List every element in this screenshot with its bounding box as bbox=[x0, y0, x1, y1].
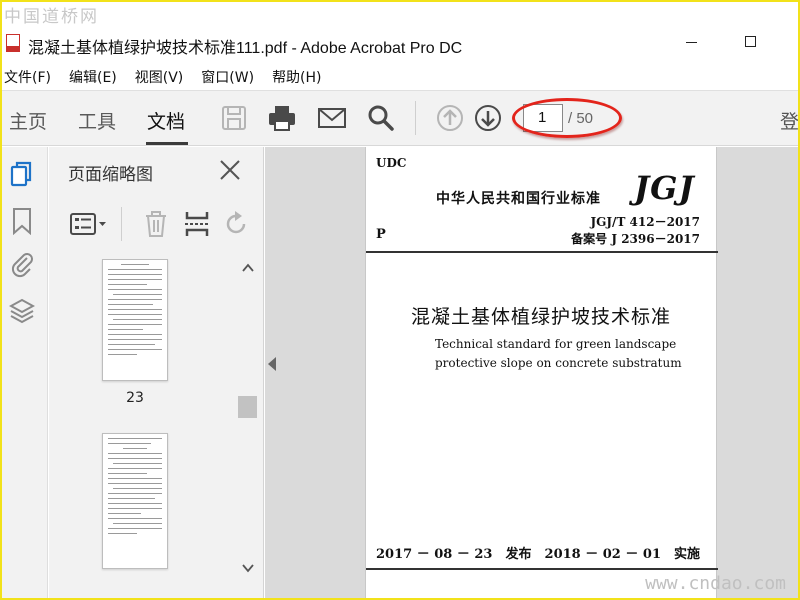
previous-page-icon[interactable] bbox=[435, 103, 465, 133]
menu-file[interactable]: 文件(F) bbox=[0, 63, 51, 89]
thumbnail-page-number: 23 bbox=[126, 390, 144, 406]
document-title-cn: 混凝土基体植绿护坡技术标准 bbox=[411, 306, 672, 328]
options-menu-icon[interactable] bbox=[69, 209, 109, 239]
udc-label: UDC bbox=[376, 156, 407, 170]
scroll-down-icon[interactable] bbox=[241, 561, 255, 575]
page-thumbnail[interactable] bbox=[102, 259, 168, 381]
left-navigation-rail bbox=[0, 147, 48, 600]
thumbnail-scrollbar[interactable] bbox=[237, 259, 259, 577]
delete-page-icon[interactable] bbox=[141, 209, 171, 239]
title-bar: 混凝土基体植绿护坡技术标准111.pdf - Adobe Acrobat Pro… bbox=[0, 24, 800, 62]
next-page-icon[interactable] bbox=[473, 103, 503, 133]
maximize-icon[interactable] bbox=[745, 36, 756, 47]
issue-date: 2017 － 08 － 23 发布 bbox=[376, 547, 532, 562]
sign-in-button[interactable]: 登 bbox=[780, 107, 799, 134]
page-thumbnail[interactable] bbox=[102, 433, 168, 569]
watermark-bottom: www.cndao.com bbox=[645, 573, 786, 594]
panel-toolbar bbox=[49, 203, 264, 247]
scrollbar-thumb[interactable] bbox=[238, 396, 257, 418]
page-thumbnails-icon[interactable] bbox=[9, 161, 35, 187]
watermark-top: 中国道桥网 bbox=[4, 7, 99, 27]
pdf-page: UDC 中华人民共和国行业标准 JGJ JGJ/T 412－2017 备案号 J… bbox=[365, 147, 718, 600]
toolbar-separator bbox=[415, 101, 416, 135]
collapse-panel-icon[interactable] bbox=[268, 357, 276, 371]
menu-help[interactable]: 帮助(H) bbox=[268, 63, 321, 89]
category-label: P bbox=[376, 227, 386, 242]
pdf-file-icon bbox=[6, 34, 20, 52]
menu-edit[interactable]: 编辑(E) bbox=[65, 63, 117, 89]
scroll-up-icon[interactable] bbox=[241, 261, 255, 275]
footer-rule bbox=[366, 568, 718, 570]
close-icon[interactable] bbox=[219, 159, 241, 181]
window-title: 混凝土基体植绿护坡技术标准111.pdf - Adobe Acrobat Pro… bbox=[28, 40, 463, 57]
document-view: UDC 中华人民共和国行业标准 JGJ JGJ/T 412－2017 备案号 J… bbox=[265, 147, 800, 600]
active-tab-indicator bbox=[146, 142, 188, 145]
menu-window[interactable]: 窗口(W) bbox=[197, 63, 254, 89]
search-icon[interactable] bbox=[366, 103, 396, 133]
jgj-logo: JGJ bbox=[634, 169, 695, 207]
standard-type: 中华人民共和国行业标准 bbox=[436, 191, 601, 207]
tab-home[interactable]: 主页 bbox=[9, 107, 47, 134]
document-title-en-line1: Technical standard for green landscape bbox=[435, 337, 677, 351]
email-icon[interactable] bbox=[317, 103, 347, 133]
attachment-icon[interactable] bbox=[9, 250, 35, 278]
save-icon[interactable] bbox=[219, 103, 249, 133]
header-rule bbox=[366, 251, 718, 253]
tab-tools[interactable]: 工具 bbox=[78, 107, 116, 134]
bookmark-icon[interactable] bbox=[9, 207, 35, 235]
insert-page-icon[interactable] bbox=[182, 209, 212, 239]
print-icon[interactable] bbox=[267, 103, 297, 133]
page-number-input[interactable]: 1 bbox=[523, 104, 563, 132]
menu-view[interactable]: 视图(V) bbox=[131, 63, 184, 89]
implementation-date: 2018 － 02 － 01 实施 bbox=[544, 547, 700, 562]
panel-title: 页面缩略图 bbox=[68, 165, 153, 185]
main-toolbar: 主页 工具 文档 1 / 50 登 bbox=[0, 90, 800, 146]
standard-code: JGJ/T 412－2017 bbox=[590, 215, 700, 229]
thumbnail-list: 23 bbox=[49, 259, 237, 600]
page-thumbnails-panel: 页面缩略图 23 bbox=[49, 147, 264, 600]
layers-icon[interactable] bbox=[9, 297, 35, 324]
rotate-page-icon[interactable] bbox=[221, 209, 251, 239]
tab-document[interactable]: 文档 bbox=[147, 107, 185, 134]
record-number: 备案号 J 2396－2017 bbox=[571, 232, 700, 246]
document-title-en-line2: protective slope on concrete substratum bbox=[435, 356, 682, 370]
minimize-icon[interactable] bbox=[686, 42, 697, 43]
menu-bar: 文件(F) 编辑(E) 视图(V) 窗口(W) 帮助(H) bbox=[0, 63, 800, 89]
page-total: / 50 bbox=[568, 110, 594, 127]
panel-toolbar-separator bbox=[121, 207, 122, 241]
